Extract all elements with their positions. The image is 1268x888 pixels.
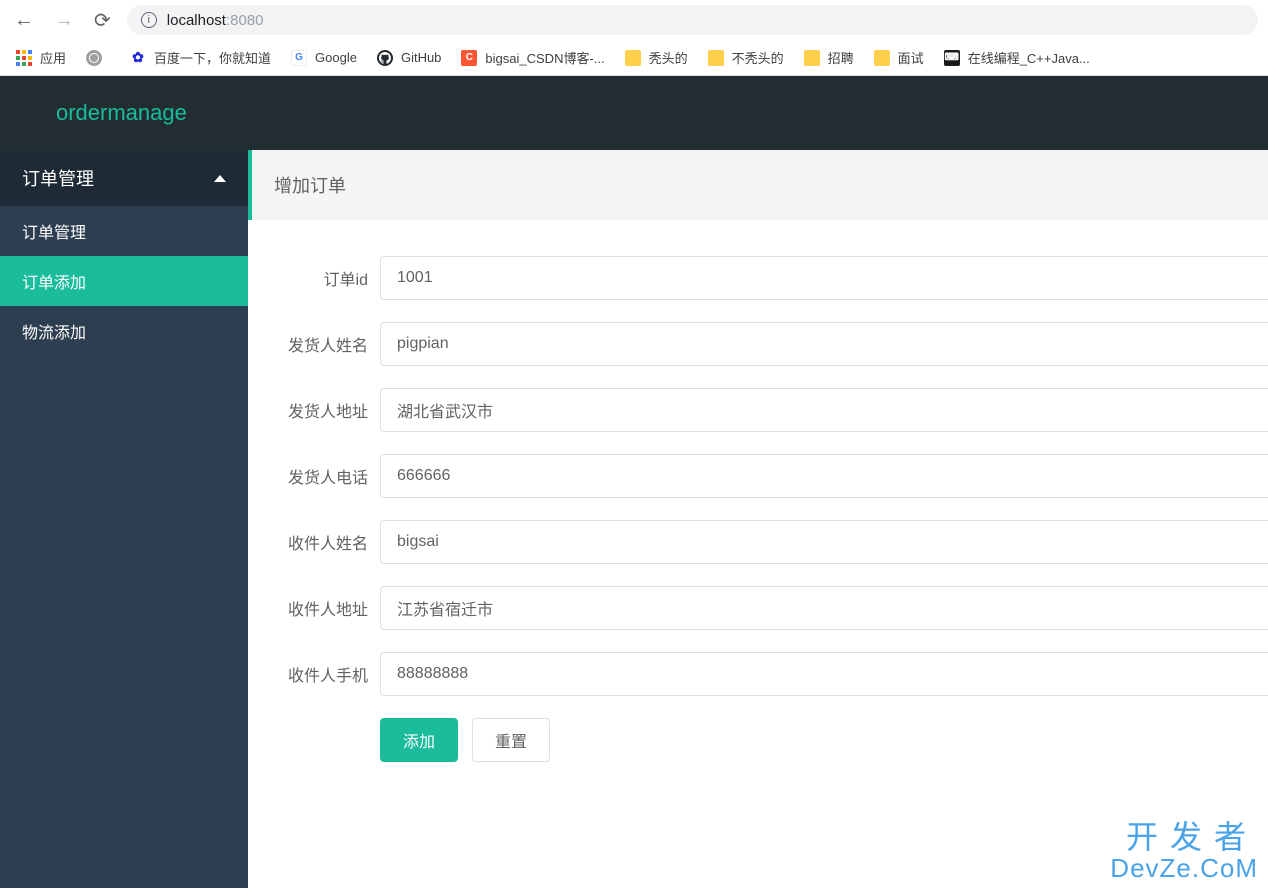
bookmark-google[interactable]: G Google — [291, 50, 357, 66]
bookmark-label: 百度一下，你就知道 — [154, 48, 271, 67]
sidebar-parent-label: 订单管理 — [22, 165, 94, 191]
form-row-recipient-address: 收件人地址 — [248, 586, 1268, 630]
main-content: 增加订单 订单id 发货人姓名 发货人地址 发货人电话 收件人姓名 — [248, 150, 1268, 888]
bookmark-folder-2[interactable]: 不秃头的 — [708, 48, 784, 67]
form-row-sender-address: 发货人地址 — [248, 388, 1268, 432]
order-form: 订单id 发货人姓名 发货人地址 发货人电话 收件人姓名 收件人地址 — [248, 220, 1268, 762]
folder-icon — [874, 50, 890, 66]
sidebar-parent-order-manage[interactable]: 订单管理 — [0, 150, 248, 206]
bookmark-globe[interactable] — [86, 50, 110, 66]
github-icon — [377, 50, 393, 66]
label-sender-name: 发货人姓名 — [248, 332, 380, 356]
sidebar-item-label: 订单添加 — [22, 269, 86, 293]
bookmark-label: 面试 — [898, 48, 924, 67]
bookmark-label: 不秃头的 — [732, 48, 784, 67]
forward-button[interactable]: → — [50, 5, 78, 36]
bookmark-label: 招聘 — [828, 48, 854, 67]
apps-icon — [16, 50, 32, 66]
brand[interactable]: ordermanage — [56, 100, 187, 126]
back-button[interactable]: ← — [10, 5, 38, 36]
reset-button[interactable]: 重置 — [472, 718, 550, 762]
panel-title: 增加订单 — [274, 172, 346, 198]
bookmark-label: bigsai_CSDN博客-... — [485, 48, 604, 67]
form-row-recipient-phone: 收件人手机 — [248, 652, 1268, 696]
bookmark-csdn[interactable]: C bigsai_CSDN博客-... — [461, 48, 604, 67]
folder-icon — [625, 50, 641, 66]
csdn-icon: C — [461, 50, 477, 66]
bookmark-label: 秃头的 — [649, 48, 688, 67]
folder-icon — [804, 50, 820, 66]
globe-icon — [86, 50, 102, 66]
form-row-recipient-name: 收件人姓名 — [248, 520, 1268, 564]
bookmark-github[interactable]: GitHub — [377, 50, 441, 66]
bookmarks-bar: 应用 ✿ 百度一下，你就知道 G Google GitHub C bigsai_… — [0, 40, 1268, 76]
sidebar-item-logistics-add[interactable]: 物流添加 — [0, 306, 248, 356]
bookmark-coding[interactable]: ⌨ 在线编程_C++Java... — [944, 48, 1090, 67]
input-recipient-address[interactable] — [380, 586, 1268, 630]
sidebar-item-order-manage[interactable]: 订单管理 — [0, 206, 248, 256]
bookmark-label: GitHub — [401, 50, 441, 65]
label-recipient-address: 收件人地址 — [248, 596, 380, 620]
browser-toolbar: ← → ⟳ i localhost:8080 — [0, 0, 1268, 40]
input-sender-address[interactable] — [380, 388, 1268, 432]
bookmark-folder-1[interactable]: 秃头的 — [625, 48, 688, 67]
reload-button[interactable]: ⟳ — [90, 4, 115, 37]
label-order-id: 订单id — [248, 266, 380, 290]
input-order-id[interactable] — [380, 256, 1268, 300]
bookmark-label: 在线编程_C++Java... — [968, 48, 1090, 67]
input-recipient-phone[interactable] — [380, 652, 1268, 696]
input-sender-name[interactable] — [380, 322, 1268, 366]
form-row-sender-name: 发货人姓名 — [248, 322, 1268, 366]
app-body: 订单管理 订单管理 订单添加 物流添加 增加订单 订单id 发货人姓名 — [0, 150, 1268, 888]
sidebar-item-label: 订单管理 — [22, 219, 86, 243]
bookmark-label: Google — [315, 50, 357, 65]
input-recipient-name[interactable] — [380, 520, 1268, 564]
form-buttons: 添加 重置 — [380, 718, 1268, 762]
label-recipient-phone: 收件人手机 — [248, 662, 380, 686]
sidebar-item-label: 物流添加 — [22, 319, 86, 343]
app-header: ordermanage — [0, 76, 1268, 150]
code-icon: ⌨ — [944, 50, 960, 66]
baidu-icon: ✿ — [130, 50, 146, 66]
input-sender-phone[interactable] — [380, 454, 1268, 498]
label-sender-address: 发货人地址 — [248, 398, 380, 422]
form-row-order-id: 订单id — [248, 256, 1268, 300]
bookmark-folder-4[interactable]: 面试 — [874, 48, 924, 67]
panel-header: 增加订单 — [248, 150, 1268, 220]
address-bar[interactable]: i localhost:8080 — [127, 5, 1258, 35]
bookmark-baidu[interactable]: ✿ 百度一下，你就知道 — [130, 48, 271, 67]
folder-icon — [708, 50, 724, 66]
label-recipient-name: 收件人姓名 — [248, 530, 380, 554]
apps-button[interactable]: 应用 — [16, 48, 66, 67]
bookmark-folder-3[interactable]: 招聘 — [804, 48, 854, 67]
submit-button[interactable]: 添加 — [380, 718, 458, 762]
info-icon: i — [141, 12, 157, 28]
sidebar: 订单管理 订单管理 订单添加 物流添加 — [0, 150, 248, 888]
sidebar-item-order-add[interactable]: 订单添加 — [0, 256, 248, 306]
label-sender-phone: 发货人电话 — [248, 464, 380, 488]
apps-label: 应用 — [40, 48, 66, 67]
chevron-up-icon — [214, 175, 226, 182]
form-row-sender-phone: 发货人电话 — [248, 454, 1268, 498]
google-icon: G — [291, 50, 307, 66]
url-text: localhost:8080 — [167, 12, 264, 29]
